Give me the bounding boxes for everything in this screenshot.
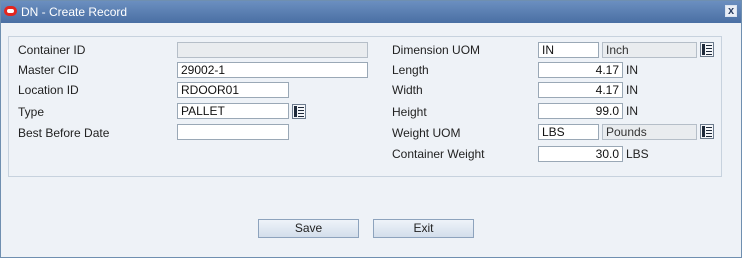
type-lov-button[interactable] [292, 104, 306, 119]
height-field[interactable] [538, 103, 623, 119]
weight-uom-label: Weight UOM [392, 126, 461, 140]
height-label: Height [392, 105, 427, 119]
weight-uom-description-field [602, 124, 697, 140]
location-id-label: Location ID [18, 83, 79, 97]
dimension-uom-lov-button[interactable] [700, 42, 714, 57]
form-panel: Container ID Master CID Location ID Type… [8, 36, 722, 177]
width-label: Width [392, 83, 423, 97]
width-unit: IN [626, 83, 638, 97]
best-before-date-field[interactable] [177, 124, 289, 140]
type-label: Type [18, 105, 45, 119]
weight-uom-code-field[interactable] [538, 124, 599, 140]
length-unit: IN [626, 63, 638, 77]
dimension-uom-code-field[interactable] [538, 42, 599, 58]
list-of-values-icon [294, 106, 304, 117]
master-cid-field[interactable] [177, 62, 368, 78]
container-weight-unit: LBS [626, 147, 649, 161]
create-record-dialog: DN - Create Record x Container ID Master… [0, 0, 742, 258]
container-weight-label: Container Weight [392, 147, 485, 161]
title-bar[interactable]: DN - Create Record x [1, 1, 741, 23]
container-id-field[interactable] [177, 42, 368, 58]
save-button[interactable]: Save [258, 219, 359, 238]
oracle-logo-icon [4, 6, 17, 16]
weight-uom-lov-button[interactable] [700, 124, 714, 139]
best-before-date-label: Best Before Date [18, 126, 110, 140]
list-of-values-icon [702, 126, 712, 137]
height-unit: IN [626, 104, 638, 118]
close-button[interactable]: x [725, 5, 737, 17]
container-weight-field[interactable] [538, 146, 623, 162]
exit-button[interactable]: Exit [373, 219, 474, 238]
list-of-values-icon [702, 44, 712, 55]
length-label: Length [392, 63, 429, 77]
type-field[interactable] [177, 103, 289, 119]
master-cid-label: Master CID [18, 63, 79, 77]
length-field[interactable] [538, 62, 623, 78]
dimension-uom-label: Dimension UOM [392, 43, 481, 57]
dimension-uom-description-field [602, 42, 697, 58]
container-id-label: Container ID [18, 43, 86, 57]
location-id-field[interactable] [177, 82, 289, 98]
width-field[interactable] [538, 82, 623, 98]
window-title: DN - Create Record [21, 5, 128, 19]
